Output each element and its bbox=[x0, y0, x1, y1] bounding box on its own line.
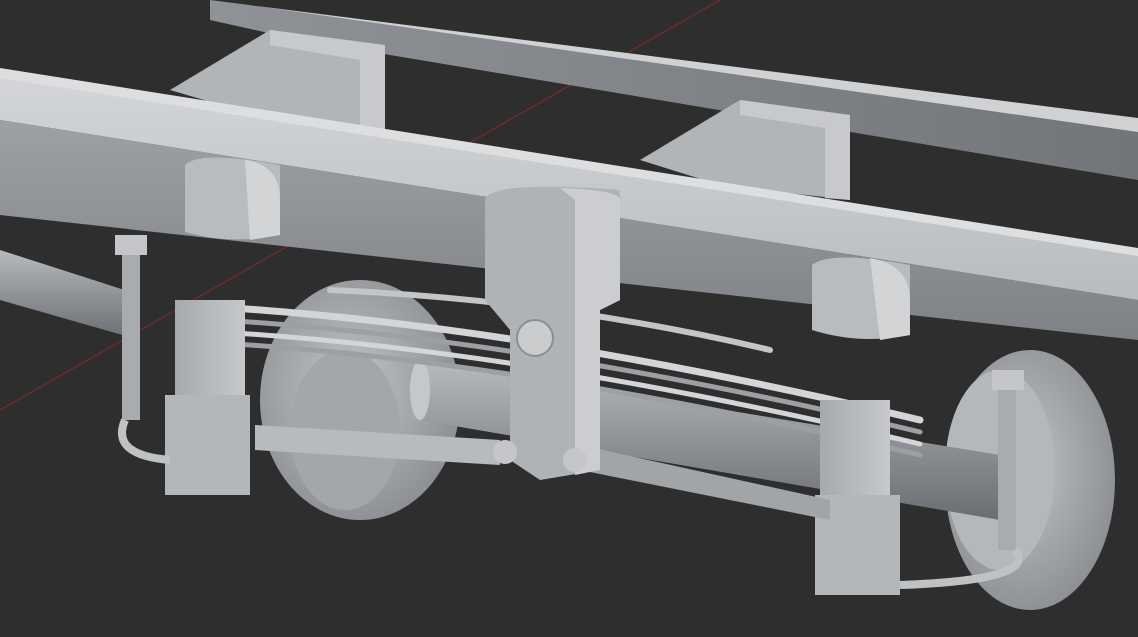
center-bracket bbox=[485, 186, 620, 480]
truck-suspension-model bbox=[0, 0, 1138, 610]
3d-viewport[interactable] bbox=[0, 0, 1138, 637]
